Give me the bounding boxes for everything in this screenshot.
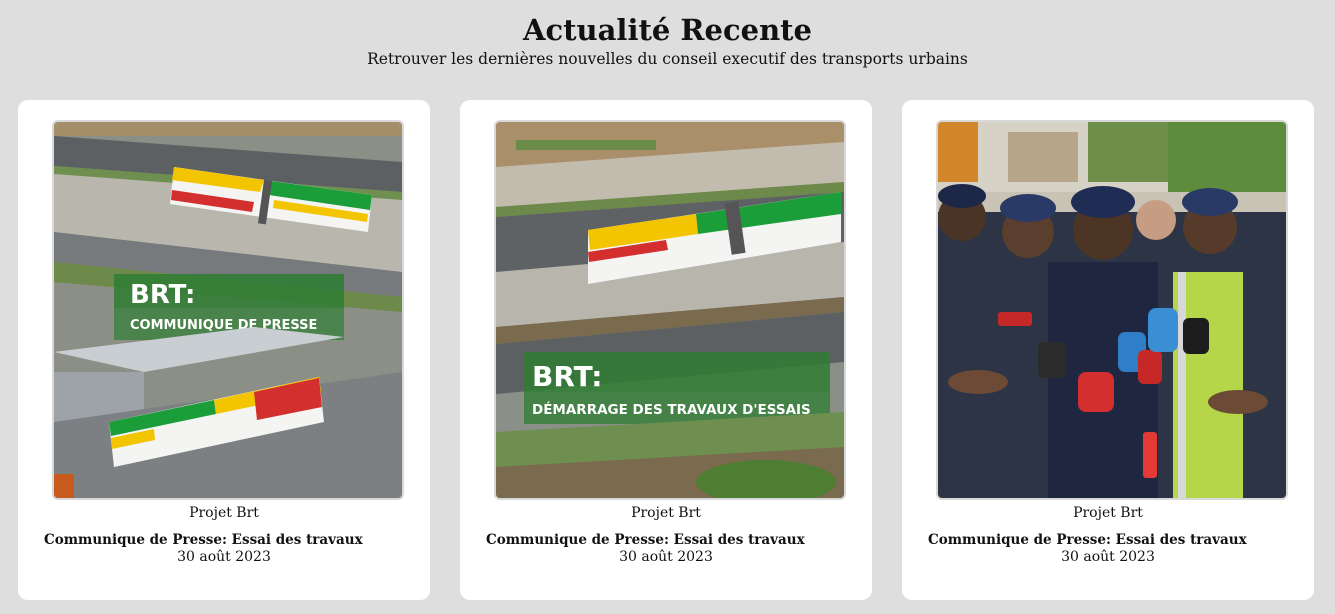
news-thumbnail[interactable] [938,122,1286,498]
overlay-subtitle: COMMUNIQUE DE PRESSE [130,318,317,333]
brt-press-release-image: BRT: COMMUNIQUE DE PRESSE [54,122,402,498]
news-date: 30 août 2023 [177,549,271,565]
overlay-title: BRT: [130,280,195,310]
news-card[interactable]: BRT: DÉMARRAGE DES TRAVAUX D'ESSAIS Proj… [460,100,872,600]
news-date: 30 août 2023 [1061,549,1155,565]
news-category: Projet Brt [189,505,259,521]
news-headline[interactable]: Communique de Presse: Essai des travaux [928,531,1247,549]
news-thumbnail[interactable]: BRT: DÉMARRAGE DES TRAVAUX D'ESSAIS [496,122,844,498]
news-category: Projet Brt [1073,505,1143,521]
press-conference-photo [938,122,1286,498]
news-date: 30 août 2023 [619,549,713,565]
page-subtitle: Retrouver les dernières nouvelles du con… [367,50,968,68]
news-card[interactable]: BRT: COMMUNIQUE DE PRESSE Projet Brt Com… [18,100,430,600]
news-category: Projet Brt [631,505,701,521]
overlay-title: BRT: [532,360,602,393]
brt-works-start-image: BRT: DÉMARRAGE DES TRAVAUX D'ESSAIS [496,122,844,498]
news-card[interactable]: Projet Brt Communique de Presse: Essai d… [902,100,1314,600]
news-headline[interactable]: Communique de Presse: Essai des travaux [44,531,363,549]
news-headline[interactable]: Communique de Presse: Essai des travaux [486,531,805,549]
page-title: Actualité Recente [523,13,812,47]
news-thumbnail[interactable]: BRT: COMMUNIQUE DE PRESSE [54,122,402,498]
overlay-subtitle: DÉMARRAGE DES TRAVAUX D'ESSAIS [532,401,811,418]
